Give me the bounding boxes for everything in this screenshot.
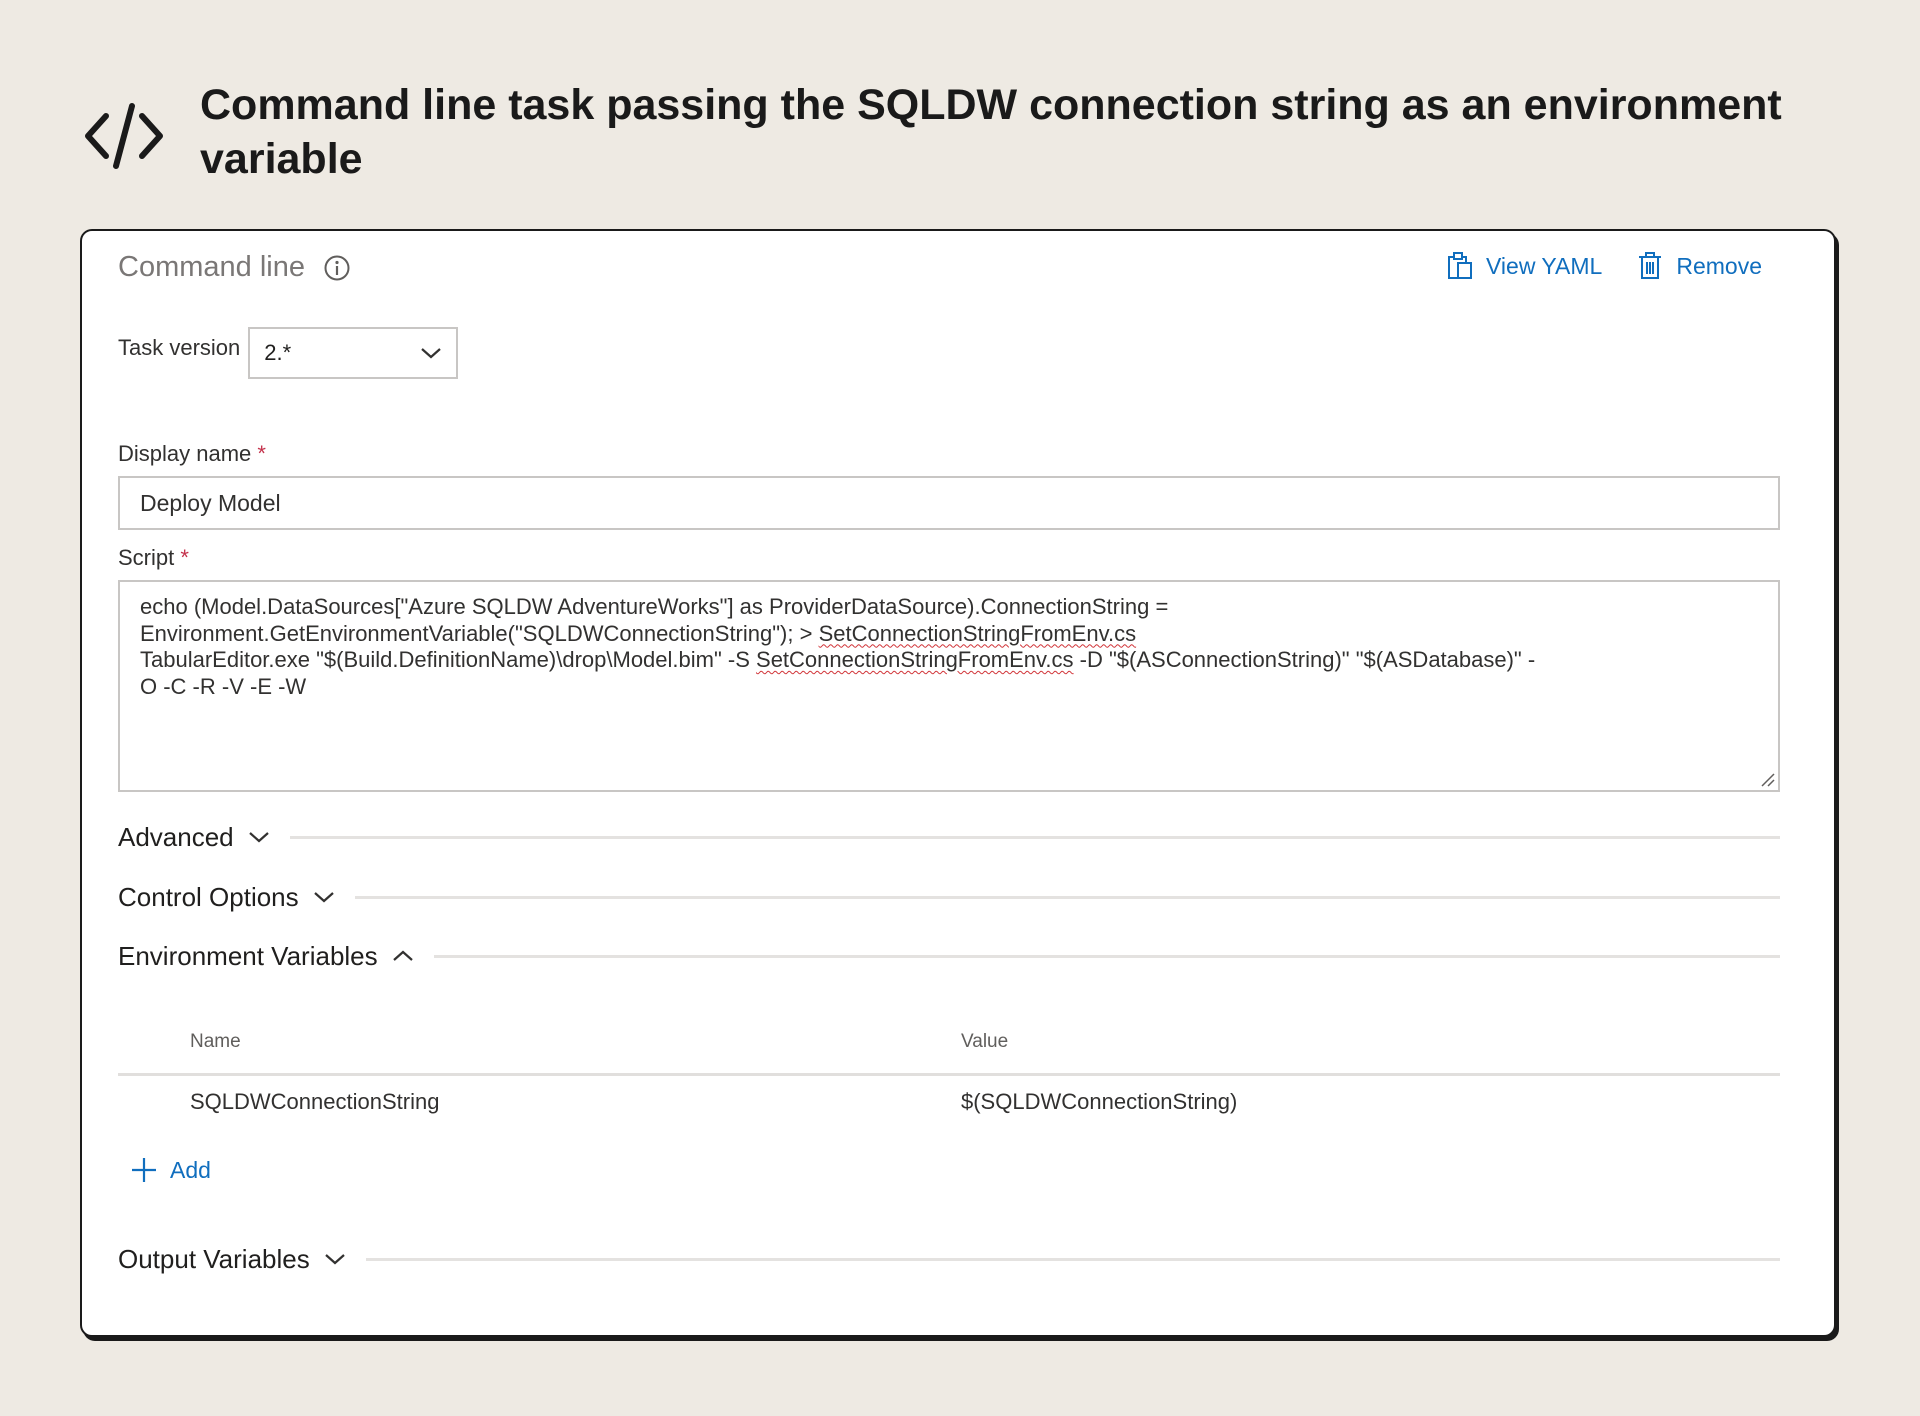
column-header-value: Value: [961, 1031, 1009, 1052]
chevron-down-icon: [248, 832, 269, 843]
task-title-text: Command line: [118, 251, 305, 283]
display-name-input[interactable]: [118, 476, 1780, 530]
view-yaml-label: View YAML: [1486, 252, 1603, 279]
command-line-task-panel: Command line View YAML Remove Task versi…: [80, 229, 1836, 1337]
task-actions: View YAML Remove: [1412, 251, 1762, 281]
section-divider: [365, 1257, 1780, 1261]
view-yaml-button[interactable]: View YAML: [1446, 251, 1602, 281]
trash-icon: [1639, 252, 1662, 279]
required-asterisk: *: [180, 545, 189, 570]
script-label: Script *: [118, 545, 189, 570]
add-label: Add: [170, 1156, 211, 1183]
spellcheck-word: SetConnectionStringFromEnv.cs: [818, 620, 1137, 646]
script-line: echo (Model.DataSources["Azure SQLDW Adv…: [140, 594, 1169, 619]
env-var-value[interactable]: $(SQLDWConnectionString): [961, 1089, 1237, 1115]
add-variable-button[interactable]: Add: [130, 1156, 211, 1184]
resize-handle-icon[interactable]: [1758, 770, 1776, 788]
section-title: Environment Variables: [118, 940, 378, 971]
section-title: Control Options: [118, 881, 299, 912]
task-title: Command line: [118, 251, 351, 284]
section-divider: [354, 895, 1780, 899]
task-version-label: Task version: [118, 335, 241, 360]
section-control-options[interactable]: Control Options: [118, 877, 1780, 917]
section-environment-variables[interactable]: Environment Variables: [118, 936, 1780, 976]
task-version-dropdown[interactable]: 2.*: [248, 327, 459, 379]
page-header: Command line task passing the SQLDW conn…: [84, 78, 1844, 186]
script-line: O -C -R -V -E -W: [140, 673, 307, 699]
section-output-variables[interactable]: Output Variables: [118, 1239, 1780, 1279]
chevron-down-icon: [325, 1254, 345, 1265]
script-textarea[interactable]: echo (Model.DataSources["Azure SQLDW Adv…: [118, 580, 1780, 792]
section-advanced[interactable]: Advanced: [118, 817, 1780, 857]
required-asterisk: *: [257, 441, 266, 466]
remove-button[interactable]: Remove: [1636, 251, 1762, 281]
task-version-row: Task version 2.*: [118, 327, 459, 379]
chevron-down-icon: [421, 348, 442, 359]
chevron-down-icon: [313, 892, 334, 903]
remove-label: Remove: [1676, 252, 1762, 279]
page-title: Command line task passing the SQLDW conn…: [200, 81, 1782, 183]
task-version-value: 2.*: [264, 340, 292, 365]
script-line: Environment.GetEnvironmentVariable("SQLD…: [140, 620, 1137, 646]
spellcheck-word: SetConnectionStringFromEnv.cs: [756, 647, 1074, 672]
column-header-name: Name: [190, 1031, 241, 1052]
chevron-up-icon: [392, 950, 413, 961]
section-divider: [433, 954, 1780, 958]
section-title: Advanced: [118, 821, 234, 852]
code-icon: [85, 103, 163, 169]
plus-icon: [132, 1158, 156, 1182]
section-divider: [289, 835, 1780, 839]
env-var-name[interactable]: SQLDWConnectionString: [190, 1089, 439, 1115]
display-name-label: Display name *: [118, 441, 266, 466]
info-icon[interactable]: [323, 254, 351, 282]
script-line: TabularEditor.exe "$(Build.DefinitionNam…: [140, 647, 1536, 672]
env-table-header: Name Value: [118, 1021, 1780, 1076]
clipboard-icon: [1448, 252, 1472, 279]
table-row[interactable]: SQLDWConnectionString $(SQLDWConnectionS…: [118, 1077, 1780, 1131]
section-title: Output Variables: [118, 1243, 310, 1274]
